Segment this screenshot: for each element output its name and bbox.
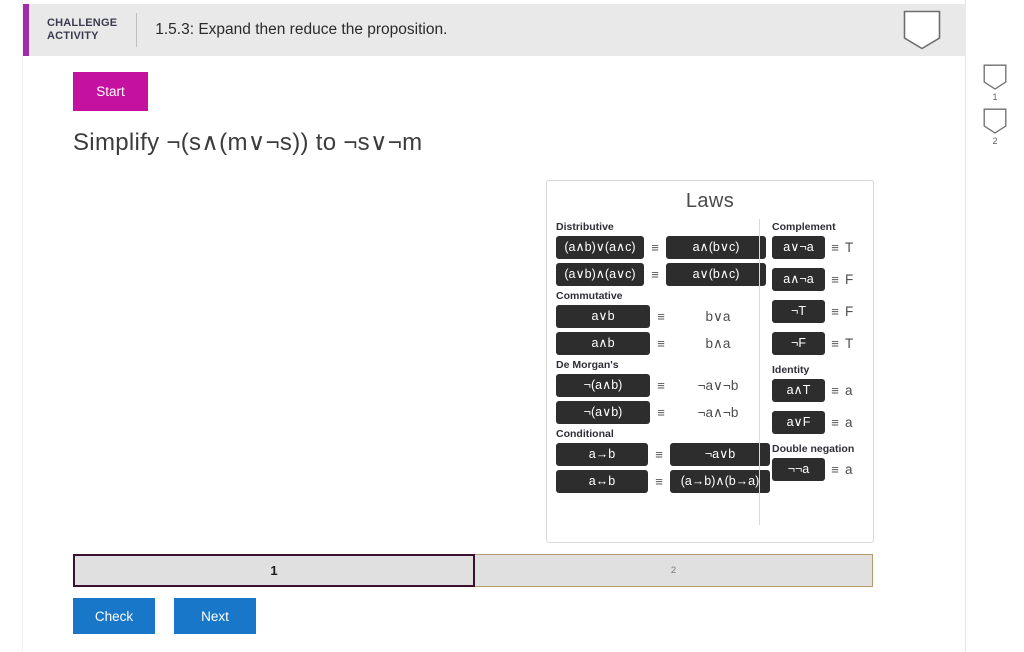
bottom-buttons: Check Next	[73, 598, 256, 634]
law-chip[interactable]: a∨F	[771, 411, 825, 434]
law-chip[interactable]: (a∨b)∧(a∨c)	[556, 263, 644, 286]
law-chip[interactable]: a∨(b∧c)	[666, 263, 766, 286]
law-result-text: ¬a∧¬b	[697, 404, 739, 420]
law-row: a∧b ≡ b∧a	[556, 332, 755, 355]
law-result-text: b∧a	[705, 335, 731, 351]
law-chip[interactable]: a∧(b∨c)	[666, 236, 766, 259]
equiv-symbol: ≡	[831, 336, 839, 351]
equiv-symbol: ≡	[655, 447, 663, 462]
law-result-text: T	[844, 240, 854, 255]
header-divider	[136, 13, 138, 47]
equiv-symbol: ≡	[657, 336, 665, 351]
header-accent-bar	[23, 4, 29, 56]
law-chip[interactable]: a↔b	[556, 470, 648, 493]
content-panel: CHALLENGE ACTIVITY 1.5.3: Expand then re…	[22, 0, 966, 652]
equiv-symbol: ≡	[657, 309, 665, 324]
law-chip[interactable]: ¬¬a	[771, 458, 825, 481]
equiv-symbol: ≡	[657, 378, 665, 393]
equiv-symbol: ≡	[831, 462, 839, 477]
app-root: CHALLENGE ACTIVITY 1.5.3: Expand then re…	[0, 0, 1024, 652]
equiv-symbol: ≡	[831, 304, 839, 319]
step-badge-list: 1 2	[966, 64, 1024, 146]
law-row: a∨F ≡ a	[771, 411, 873, 434]
group-title-de-morgans: De Morgan's	[556, 359, 619, 371]
step-badge-1[interactable]: 1	[983, 64, 1007, 102]
law-row: ¬(a∧b) ≡ ¬a∨¬b	[556, 374, 755, 397]
law-row: ¬¬a ≡ a	[771, 458, 873, 481]
law-chip[interactable]: a∧¬a	[771, 268, 825, 291]
law-result-text: F	[844, 272, 854, 287]
law-result-text: ¬a∨¬b	[697, 377, 739, 393]
law-row: a∧T ≡ a	[771, 379, 873, 402]
law-chip[interactable]: a∨b	[556, 305, 650, 328]
laws-body: Distributive (a∧b)∨(a∧c) ≡ a∧(b∨c) (a∨b)…	[547, 213, 873, 543]
group-title-complement: Complement	[771, 221, 836, 233]
step-badge-label: 1	[992, 92, 998, 102]
step-badge-label: 2	[992, 136, 998, 146]
law-row: a→b ≡ ¬a∨b	[556, 443, 770, 466]
law-chip[interactable]: (a→b)∧(b→a)	[670, 470, 770, 493]
law-chip[interactable]: a∧b	[556, 332, 650, 355]
law-row: ¬F ≡ T	[771, 332, 873, 355]
equiv-symbol: ≡	[831, 415, 839, 430]
law-chip[interactable]: a∨¬a	[771, 236, 825, 259]
law-result-text: F	[844, 304, 854, 319]
equiv-symbol: ≡	[831, 272, 839, 287]
page-title: 1.5.3: Expand then reduce the propositio…	[155, 21, 448, 38]
problem-statement: Simplify ¬(s∧(m∨¬s)) to ¬s∨¬m	[73, 129, 423, 156]
law-result-text: a	[844, 462, 853, 477]
law-row: ¬T ≡ F	[771, 300, 873, 323]
equiv-symbol: ≡	[655, 474, 663, 489]
equiv-symbol: ≡	[831, 383, 839, 398]
equiv-symbol: ≡	[657, 405, 665, 420]
law-result-text: b∨a	[705, 308, 731, 324]
equiv-symbol: ≡	[651, 240, 659, 255]
law-result-text: a	[844, 383, 853, 398]
step-tab-1[interactable]: 1	[73, 554, 475, 587]
law-row: a∨¬a ≡ T	[771, 236, 873, 259]
check-button[interactable]: Check	[73, 598, 155, 634]
laws-title: Laws	[685, 190, 735, 212]
law-row: a∨b ≡ b∨a	[556, 305, 755, 328]
challenge-activity-label: CHALLENGE ACTIVITY	[47, 17, 117, 43]
start-button[interactable]: Start	[73, 72, 148, 111]
challenge-activity-line2: ACTIVITY	[47, 30, 99, 42]
laws-right-column: Complement a∨¬a ≡ T a∧¬a ≡ F ¬T ≡ F ¬F ≡…	[760, 217, 873, 543]
law-row: a↔b ≡ (a→b)∧(b→a)	[556, 470, 770, 493]
law-row: (a∧b)∨(a∧c) ≡ a∧(b∨c)	[556, 236, 766, 259]
law-row: ¬(a∨b) ≡ ¬a∧¬b	[556, 401, 755, 424]
group-title-double-negation: Double negation	[771, 443, 855, 455]
step-tab-2[interactable]: 2	[475, 554, 873, 587]
law-result-text: a	[844, 415, 853, 430]
group-title-conditional: Conditional	[556, 428, 614, 440]
group-title-identity: Identity	[771, 364, 810, 376]
law-chip[interactable]: ¬T	[771, 300, 825, 323]
group-title-distributive: Distributive	[556, 221, 614, 233]
next-button[interactable]: Next	[174, 598, 256, 634]
challenge-activity-line1: CHALLENGE	[47, 17, 118, 29]
law-chip[interactable]: a→b	[556, 443, 648, 466]
law-result-text: T	[844, 336, 854, 351]
equiv-symbol: ≡	[651, 267, 659, 282]
law-row: (a∨b)∧(a∨c) ≡ a∨(b∧c)	[556, 263, 766, 286]
law-chip[interactable]: ¬a∨b	[670, 443, 770, 466]
step-tabs: 1 2	[73, 554, 873, 587]
law-chip[interactable]: ¬F	[771, 332, 825, 355]
pennant-icon	[903, 10, 941, 50]
law-chip[interactable]: (a∧b)∨(a∧c)	[556, 236, 644, 259]
law-row: a∧¬a ≡ F	[771, 268, 873, 291]
step-badge-2[interactable]: 2	[983, 108, 1007, 146]
law-chip[interactable]: ¬(a∧b)	[556, 374, 650, 397]
law-chip[interactable]: ¬(a∨b)	[556, 401, 650, 424]
law-chip[interactable]: a∧T	[771, 379, 825, 402]
laws-left-column: Distributive (a∧b)∨(a∧c) ≡ a∧(b∨c) (a∨b)…	[547, 217, 770, 543]
laws-panel: Laws Distributive (a∧b)∨(a∧c) ≡ a∧(b∨c) …	[546, 180, 874, 543]
equiv-symbol: ≡	[831, 240, 839, 255]
group-title-commutative: Commutative	[556, 290, 623, 302]
challenge-activity-header: CHALLENGE ACTIVITY 1.5.3: Expand then re…	[23, 4, 966, 56]
